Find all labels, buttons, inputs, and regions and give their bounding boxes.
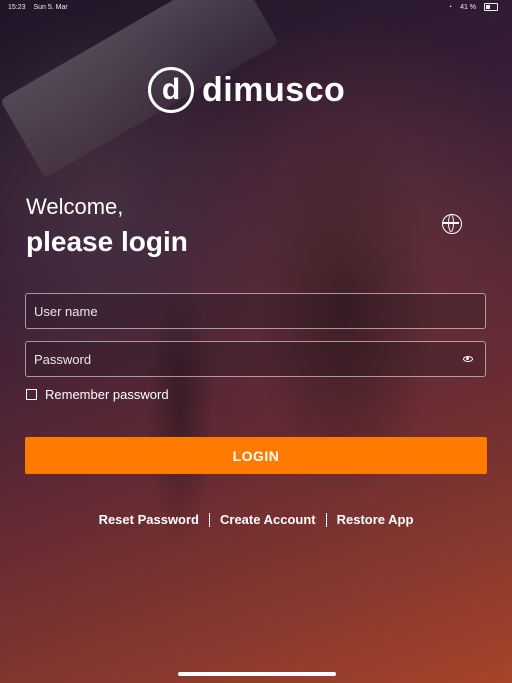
brand-logo: d dimusco — [148, 67, 345, 113]
globe-icon[interactable] — [442, 214, 462, 234]
battery-icon — [484, 3, 498, 11]
login-button[interactable]: LOGIN — [25, 437, 487, 474]
battery-percent: 41 % — [460, 3, 477, 11]
logo-mark: d — [148, 67, 194, 113]
reset-password-link[interactable]: Reset Password — [99, 512, 199, 527]
status-time: 15:23 — [8, 3, 26, 11]
login-heading: please login — [26, 226, 188, 257]
brand-name: dimusco — [202, 70, 346, 109]
eye-icon[interactable] — [463, 356, 473, 362]
welcome-text: Welcome, — [26, 194, 124, 219]
username-input[interactable]: User name — [25, 293, 486, 329]
wifi-icon: ◔ — [447, 3, 453, 11]
remember-password[interactable]: Remember password — [26, 387, 169, 402]
divider — [209, 512, 210, 527]
home-indicator[interactable] — [178, 672, 336, 676]
status-bar: 15:23 Sun 5. Mar ◔ 41 % — [0, 0, 512, 14]
status-date: Sun 5. Mar — [33, 3, 68, 11]
create-account-link[interactable]: Create Account — [220, 512, 316, 527]
password-input[interactable]: Password — [25, 341, 486, 377]
remember-checkbox[interactable] — [26, 389, 37, 400]
divider — [325, 512, 327, 527]
password-placeholder: Password — [34, 351, 92, 367]
remember-label: Remember password — [45, 387, 169, 402]
restore-app-link[interactable]: Restore App — [337, 512, 414, 527]
username-placeholder: User name — [34, 303, 98, 319]
footer-links: Reset Password Create Account Restore Ap… — [0, 512, 512, 527]
saxophone-image — [120, 220, 240, 600]
